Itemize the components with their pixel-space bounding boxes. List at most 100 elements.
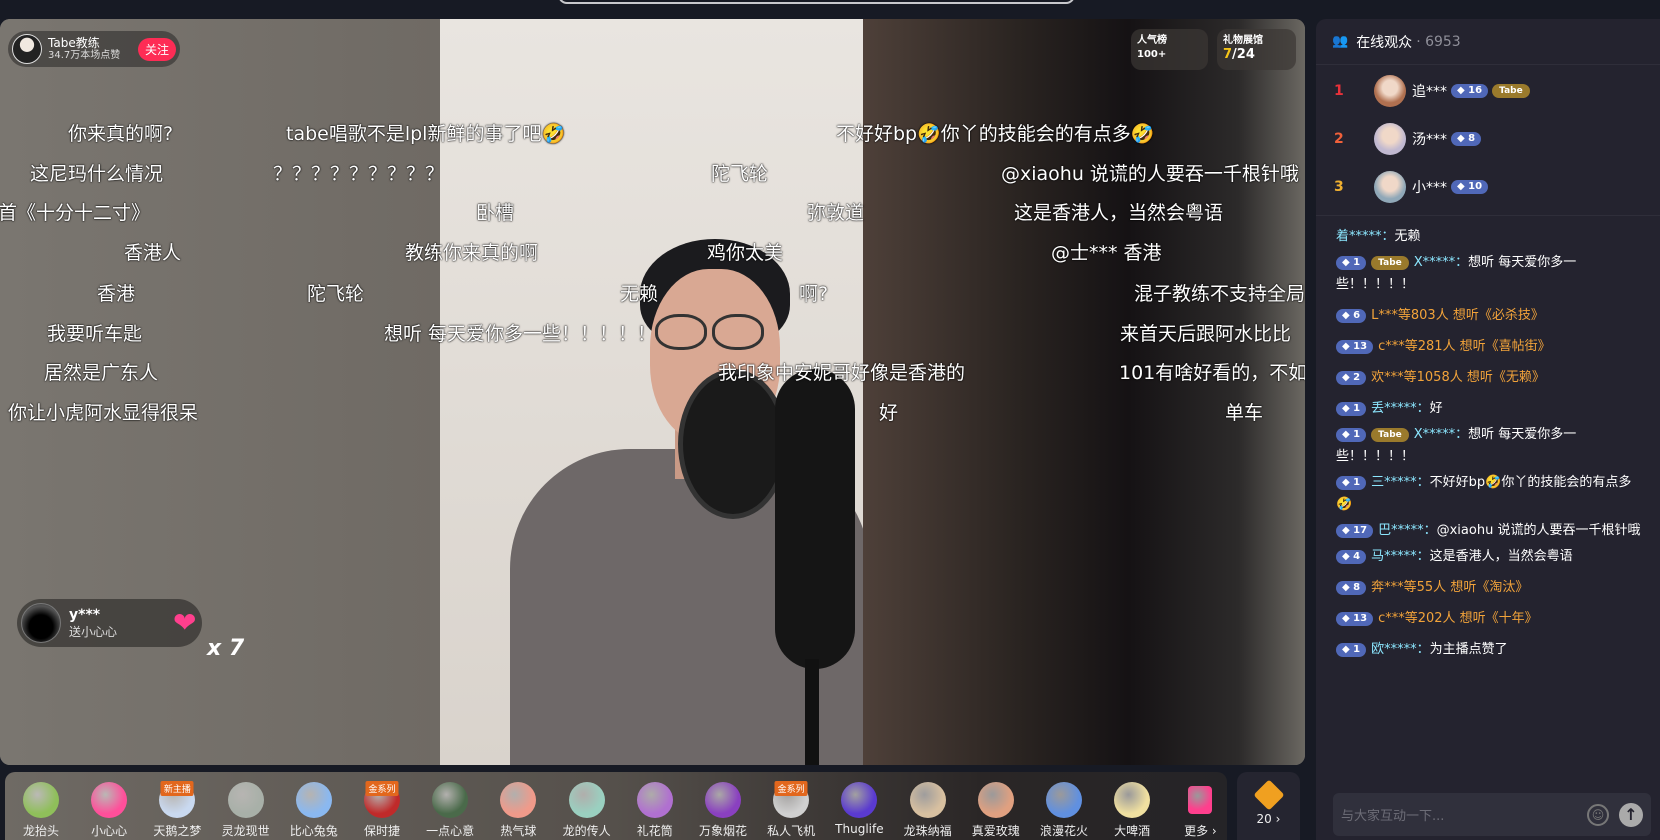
gift-icon [1114,782,1151,818]
gift-label: 龙的传人 [562,824,611,838]
chat-username[interactable]: 欧*****： [1371,642,1430,657]
top-viewer-row[interactable]: 3 小*** ◆ 10 [1316,163,1660,211]
fan-club-badge: Tabe [1371,255,1409,270]
gift-item[interactable]: 金系列 私人飞机 [757,772,825,839]
chat-list[interactable]: 着*****：无赖 ◆ 1 Tabe X*****：想听 每天爱你多一些！！！！！ ◆ … [1316,216,1660,661]
gift-item[interactable]: 礼花筒 [621,772,689,839]
gift-label: 真爱玫瑰 [971,824,1020,838]
danmaku-comment: 我要听车匙 [47,323,143,345]
chat-username[interactable]: 三*****： [1371,475,1430,490]
gifter-name: y*** [69,606,101,623]
gift-item[interactable]: 浪漫花火 [1030,772,1098,839]
gift-count: x 7 [207,636,245,661]
gift-icon [636,782,673,818]
chat-message: ◆ 1 丢*****：好 [1336,398,1644,420]
chat-message: ◆ 4 马*****：这是香港人，当然会粤语 [1336,546,1644,568]
danmaku-comment: 香港 [97,283,136,305]
gift-item[interactable]: 龙的传人 [553,772,621,839]
level-badge: ◆ 8 [1451,132,1482,146]
top-viewer-row[interactable]: 2 汤*** ◆ 8 [1316,115,1660,163]
viewer-avatar[interactable] [1374,75,1406,107]
danmaku-comment: tabe唱歌不是lpl新鲜的事了吧🤣 [286,123,566,145]
gift-label: 一点心意 [426,824,475,838]
gift-badge: 新主播 [160,781,194,796]
gift-item[interactable]: Thuglife [825,772,893,836]
pop-filter [678,369,788,519]
gift-item[interactable]: 灵龙现世 [212,772,280,839]
users-icon: 👥 [1332,34,1349,49]
viewer-name: 小*** [1412,180,1447,196]
danmaku-comment: 啊? [799,283,829,305]
danmaku-comment: 教练你来真的啊 [405,242,539,264]
gift-item[interactable]: 一点心意 [416,772,484,839]
viewer-name: 追*** [1412,84,1447,100]
gift-label: 小心心 [91,824,128,838]
gift-item[interactable]: 龙珠纳福 [894,772,962,839]
gift-gallery-card[interactable]: 礼物展馆 7/24 [1217,29,1296,70]
gift-item[interactable]: 小心心 [75,772,143,839]
level-badge: ◆ 1 [1336,475,1367,490]
gift-item[interactable]: 更多 › [1166,772,1234,839]
chat-input[interactable]: 与大家互动一下... ☺ ↑ [1333,793,1651,836]
level-badge: ◆ 8 [1336,580,1367,595]
viewer-avatar[interactable] [1374,171,1406,203]
chat-username[interactable]: X*****： [1414,427,1468,442]
danmaku-comment: 101有啥好看的，不如 [1119,362,1305,384]
streamer-avatar[interactable] [12,34,42,64]
gift-gallery-title: 礼物展馆 [1223,35,1263,46]
popularity-rank-value: 100+ [1137,49,1167,60]
gift-label: 大啤酒 [1114,824,1151,838]
send-button[interactable]: ↑ [1619,802,1643,827]
follow-button[interactable]: 关注 [137,37,176,61]
heart-gift-icon: ❤ [173,606,197,639]
chat-username[interactable]: 着*****： [1336,229,1395,244]
search-box[interactable] [558,0,1075,4]
song-request-message: ◆ 2 欢***等1058人 想听《无赖》 [1336,367,1644,389]
chat-username[interactable]: 马*****： [1371,549,1430,564]
gifter-avatar [21,603,61,643]
gift-label: 礼花筒 [636,824,673,838]
song-request-message: ◆ 8 奔***等55人 想听《淘汰》 [1336,577,1644,599]
danmaku-comment: 卧槽 [476,202,515,224]
gift-label: 龙珠纳福 [903,824,952,838]
coin-balance: 20 › [1256,812,1281,826]
gift-item[interactable]: 大啤酒 [1098,772,1166,839]
gift-item[interactable]: 金系列 保时捷 [348,772,416,839]
popularity-rank-card[interactable]: 人气榜 100+ [1131,29,1208,70]
chat-username[interactable]: X*****： [1414,255,1468,270]
emoji-icon[interactable]: ☺ [1587,803,1609,826]
danmaku-comment: 你来真的啊? [68,123,174,145]
gift-item[interactable]: 新主播 天鹅之梦 [143,772,211,839]
popularity-rank-title: 人气榜 [1137,35,1167,46]
streamer-card[interactable]: Tabe教练 34.7万本场点赞 关注 [8,31,180,67]
top-viewer-row[interactable]: 1 追*** ◆ 16 Tabe [1316,67,1660,115]
gift-label: 浪漫花火 [1039,824,1088,838]
gift-action: 送小心心 [69,624,118,639]
gift-label: 更多 › [1184,824,1217,838]
viewer-avatar[interactable] [1374,123,1406,155]
level-badge: ◆ 13 [1336,339,1374,354]
level-badge: ◆ 1 [1336,642,1367,657]
gift-item[interactable]: 龙抬头 [7,772,75,839]
level-badge: ◆ 1 [1336,255,1367,270]
danmaku-comment: 鸡你太美 [707,242,784,264]
song-request-message: ◆ 13 c***等202人 想听《十年》 [1336,608,1644,630]
online-audience-header: 👥 在线观众 · 6953 [1316,19,1660,65]
rank-number: 1 [1334,83,1344,99]
gift-label: 天鹅之梦 [153,824,202,838]
song-request-message: ◆ 13 c***等281人 想听《喜帖街》 [1336,336,1644,358]
gift-item[interactable]: 真爱玫瑰 [962,772,1030,839]
chat-text: 无赖 [1394,229,1421,244]
chat-username[interactable]: 巴*****： [1378,523,1437,538]
gift-label: 私人飞机 [767,824,816,838]
song-request-text: c***等281人 想听《喜帖街》 [1378,339,1551,354]
gift-item[interactable]: 热气球 [484,772,552,839]
chat-username[interactable]: 丢*****： [1371,401,1430,416]
gift-item[interactable]: 比心兔兔 [280,772,348,839]
danmaku-comment: 单车 [1225,402,1264,424]
gift-notification: y*** 送小心心 ❤ [17,599,202,647]
live-video-player[interactable]: 你来真的啊? tabe唱歌不是lpl新鲜的事了吧🤣 不好好bp🤣你丫的技能会的有点多… [0,19,1305,765]
danmaku-comment: @士*** 香港 [1051,242,1162,264]
coin-balance-button[interactable]: 20 › [1237,772,1300,840]
gift-item[interactable]: 万象烟花 [689,772,757,839]
